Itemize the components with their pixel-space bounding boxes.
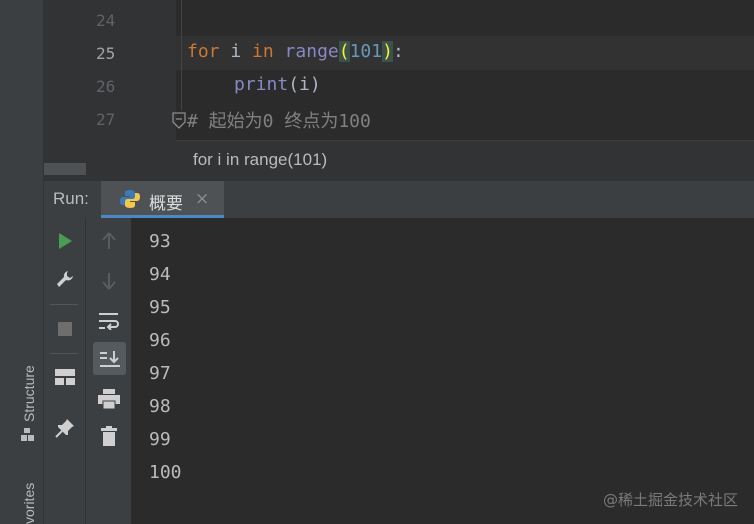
output-line: 96 — [149, 330, 171, 351]
print-args: (i) — [288, 74, 321, 95]
builtin-range: range — [273, 41, 339, 62]
console-output[interactable]: 93 94 95 96 97 98 99 100 — [131, 218, 754, 524]
layout-icon — [55, 369, 75, 385]
line-number-27: 27 — [96, 110, 116, 129]
stop-button[interactable] — [50, 314, 80, 344]
toolbar-divider — [50, 304, 78, 305]
output-line: 100 — [149, 462, 182, 483]
rerun-button[interactable] — [50, 226, 80, 256]
output-line: 99 — [149, 429, 171, 450]
soft-wrap-icon — [99, 313, 119, 330]
pin-icon — [55, 419, 74, 438]
indent-guide — [181, 0, 182, 110]
number-101: 101 — [349, 41, 383, 62]
line-number-26: 26 — [96, 77, 116, 96]
code-line-26[interactable]: print(i) — [234, 74, 321, 95]
line-number-25: 25 — [96, 44, 116, 63]
watermark: @稀土掘金技术社区 — [602, 491, 738, 509]
breadcrumb[interactable]: for i in range(101) — [176, 140, 754, 180]
print-button[interactable] — [94, 384, 124, 414]
scroll-to-end-button[interactable] — [93, 342, 126, 375]
clear-all-button[interactable] — [94, 421, 124, 451]
code-editor[interactable]: 24 25 26 27 for i in range(101): print(i… — [44, 0, 754, 180]
tab-run-config[interactable]: 概要 × — [101, 181, 224, 218]
paren-close: ) — [382, 41, 393, 62]
var-i: i — [219, 41, 253, 62]
structure-tab[interactable]: Structure — [21, 365, 37, 422]
output-line: 94 — [149, 264, 171, 285]
scroll-down-button[interactable] — [94, 266, 124, 296]
keyword-in: in — [252, 41, 274, 62]
keyword-for: for — [187, 41, 220, 62]
left-tool-strip: Structure vorites — [0, 0, 44, 524]
soft-wrap-button[interactable] — [94, 306, 124, 336]
scroll-to-end-icon — [99, 350, 120, 367]
printer-icon — [98, 389, 120, 409]
edit-configuration-button[interactable] — [50, 264, 80, 294]
run-label: Run: — [53, 189, 89, 208]
favorites-tab[interactable]: vorites — [21, 483, 37, 524]
line-number-24: 24 — [96, 11, 116, 30]
run-panel-header: Run: 概要 × — [44, 180, 754, 218]
arrow-down-icon — [102, 273, 116, 290]
structure-icon — [21, 428, 34, 441]
close-icon[interactable]: × — [195, 189, 209, 209]
scroll-up-button[interactable] — [94, 226, 124, 256]
code-line-27-comment[interactable]: # 起始为0 终点为100 — [187, 107, 371, 133]
output-line: 98 — [149, 396, 171, 417]
code-line-25[interactable]: for i in range(101): — [187, 41, 404, 62]
run-toolbar-secondary — [86, 218, 131, 524]
restore-layout-button[interactable] — [50, 362, 80, 392]
stop-icon — [58, 322, 72, 336]
output-line: 95 — [149, 297, 171, 318]
run-toolbar-primary — [44, 218, 86, 524]
colon: : — [392, 41, 404, 62]
builtin-print: print — [234, 74, 289, 95]
paren-open: ( — [338, 41, 350, 62]
tab-label: 概要 — [149, 194, 183, 214]
trash-icon — [101, 426, 117, 446]
wrench-icon — [57, 271, 73, 287]
python-icon — [120, 190, 140, 208]
arrow-up-icon — [102, 232, 116, 249]
output-line: 93 — [149, 231, 171, 252]
play-icon — [59, 233, 72, 249]
pin-tab-button[interactable] — [50, 413, 80, 443]
toolbar-divider — [50, 353, 78, 354]
horizontal-scrollbar[interactable] — [44, 163, 86, 175]
output-line: 97 — [149, 363, 171, 384]
breadcrumb-text[interactable]: for i in range(101) — [193, 150, 327, 170]
fold-marker-icon[interactable] — [171, 112, 187, 130]
